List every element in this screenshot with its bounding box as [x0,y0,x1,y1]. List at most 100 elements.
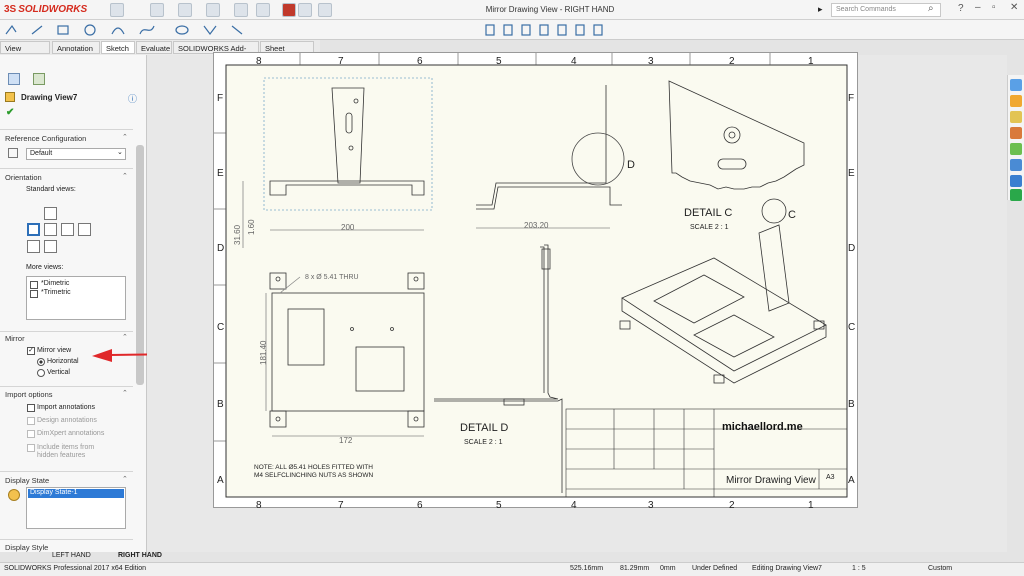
display-state-header[interactable]: Display State [5,476,49,485]
row-label: F [217,93,223,104]
display-state-item[interactable]: Display State-1 [28,489,124,498]
dim-172: 172 [339,436,353,445]
collapse-chevron-icon[interactable]: ⌃ [122,475,128,483]
front-view-icon[interactable] [27,223,40,236]
help-icon[interactable]: ? [958,3,964,14]
divider [0,539,133,540]
sheet-tab-left-hand[interactable]: LEFT HAND [52,552,91,559]
file-properties-icon[interactable] [298,3,312,17]
row-label: A [848,475,855,486]
ellipse-icon [175,25,189,35]
view-palette-icon[interactable] [1010,127,1022,139]
bottom-view-icon[interactable] [44,240,57,253]
configuration-tab-icon[interactable] [33,73,45,85]
property-manager-tab-icon[interactable] [8,73,20,85]
orientation-header[interactable]: Orientation [5,173,42,182]
new-document-icon[interactable] [150,3,164,17]
dimetric-label: *Dimetric [41,280,70,287]
x-coordinate: 525.16mm [570,565,604,572]
unit-system[interactable]: Custom [928,565,952,572]
collapse-chevron-icon[interactable]: ⌃ [122,172,128,180]
top-view-icon[interactable] [44,207,57,220]
collapse-chevron-icon[interactable]: ⌃ [122,333,128,341]
command-icon[interactable]: ▸ [818,4,823,15]
tab-evaluate[interactable]: Evaluate [136,41,172,54]
ref-config-select[interactable]: Default [26,148,126,160]
undo-icon[interactable] [234,3,248,17]
ref-config-header[interactable]: Reference Configuration [5,134,86,143]
collapse-chevron-icon[interactable]: ⌃ [122,389,128,397]
sheet-tab-right-hand[interactable]: RIGHT HAND [118,552,162,559]
tab-view-layout[interactable]: View Layout [0,41,50,62]
col-label: 8 [256,56,262,67]
drawing-sheet[interactable]: 8 7 6 5 4 3 2 1 8 7 6 5 4 3 2 1 F E D C … [213,52,858,509]
design-annotations-label: Design annotations [37,417,97,424]
back-view-icon[interactable] [78,223,91,236]
title-block-company: michaellord.me [722,421,803,433]
col-label: 7 [338,500,344,509]
design-library-icon[interactable] [1010,95,1022,107]
file-explorer-icon[interactable] [1010,111,1022,123]
vertical-radio[interactable] [37,369,45,377]
trimetric-checkbox[interactable] [30,290,38,298]
close-icon[interactable]: ✕ [1010,2,1018,13]
solidworks-forum-icon[interactable] [1010,175,1022,187]
title-bar: 3S SOLIDWORKS Mirror Drawing View - RIGHT… [0,0,1024,20]
z-coordinate: 0mm [660,565,676,572]
display-style-header[interactable]: Display Style [5,543,48,552]
restore-icon[interactable]: ▫ [992,2,996,13]
col-label: 2 [729,56,735,67]
rebuild-icon[interactable] [282,3,296,17]
dimetric-checkbox[interactable] [30,281,38,289]
tab-annotation[interactable]: Annotation [52,41,100,54]
view-tool-icon [485,24,495,36]
panel-title: Drawing View7 [21,93,78,102]
col-label: 6 [417,500,423,509]
right-view-icon[interactable] [61,223,74,236]
note-line-2: M4 SELFCLINCHING NUTS AS SHOWN [254,472,373,479]
home-icon[interactable] [110,3,124,17]
arc-icon [111,27,125,35]
minimize-icon[interactable]: – [975,2,981,13]
sheet-scale[interactable]: 1 : 5 [852,565,866,572]
custom-properties-icon[interactable] [1010,159,1022,171]
collapse-chevron-icon[interactable]: ⌃ [122,133,128,141]
circle-icon [84,24,96,36]
left-view-icon[interactable] [44,223,57,236]
configuration-icon [8,148,18,158]
row-label: C [217,322,224,333]
save-icon[interactable] [178,3,192,17]
3d-content-icon[interactable] [1010,189,1022,201]
solidworks-logo[interactable]: 3S SOLIDWORKS [4,4,87,15]
mirror-header[interactable]: Mirror [5,334,25,343]
ok-check-icon[interactable]: ✔ [6,107,14,118]
y-coordinate: 81.29mm [620,565,650,572]
status-bar: SOLIDWORKS Professional 2017 x64 Edition… [0,562,1024,576]
chevron-down-icon[interactable]: ⌄ [117,148,123,156]
row-label: B [217,399,224,410]
import-options-header[interactable]: Import options [5,390,53,399]
line-icon [31,25,43,35]
dim-203-20: 203.20 [524,221,549,230]
mirror-view-checkbox[interactable]: ✓ [27,347,35,355]
help-icon[interactable]: ⓘ [128,92,137,105]
appearances-icon[interactable] [1010,143,1022,155]
select-icon[interactable] [256,3,270,17]
horizontal-radio[interactable] [37,358,45,366]
divider [0,129,133,130]
import-annotations-checkbox[interactable] [27,404,35,412]
options-gear-icon[interactable] [318,3,332,17]
tab-sketch[interactable]: Sketch [101,41,135,54]
row-label: A [217,475,224,486]
sketch-tool-icons[interactable] [0,20,1024,40]
import-annotations-label: Import annotations [37,404,95,411]
label-c: C [788,209,796,221]
divider [0,386,133,387]
print-icon[interactable] [206,3,220,17]
isometric-view-icon[interactable] [27,240,40,253]
search-icon[interactable]: ⌕ [928,3,934,14]
solidworks-resources-icon[interactable] [1010,79,1022,91]
dimxpert-label: DimXpert annotations [37,430,105,437]
standard-views-label: Standard views: [26,186,76,193]
search-commands-input[interactable]: Search Commands [831,3,941,17]
